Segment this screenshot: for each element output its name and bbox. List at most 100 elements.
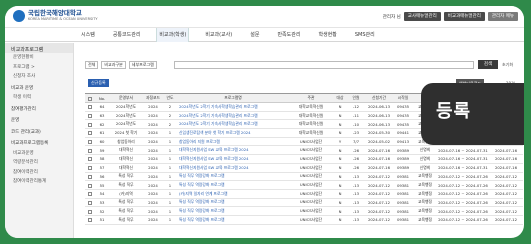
table-row[interactable]: 57 대학혁신 2024 1 대학혁신지원사업 SW 교육 프로그램 2024 UNICS… — [85, 163, 523, 173]
main-nav: 시스템 공통코드관리 비교과(학생) 비교과(교사) 설문 만족도관리 학생현황 SMS관리 — [5, 28, 524, 42]
search-button[interactable]: 검색 — [478, 60, 498, 69]
row-checkbox[interactable] — [88, 192, 92, 197]
table-cell: N — [333, 180, 347, 190]
table-cell: 09381 — [393, 215, 413, 225]
table-cell: 대학교육혁신원 — [289, 111, 333, 121]
sidebar-item[interactable]: 참여이력관리통계 — [5, 177, 73, 187]
row-checkbox[interactable] — [88, 148, 92, 153]
table-row[interactable]: 59 대학혁신 2024 1 대학혁신지원사업 SW 교육 프로그램 2024 UNICS… — [85, 145, 523, 156]
table-cell[interactable]: 대학혁신지원사업 SW 교육 프로그램 2024 — [177, 145, 289, 156]
table-cell: 특성 직무 — [109, 215, 143, 225]
row-checkbox[interactable] — [88, 131, 92, 136]
row-checkbox[interactable] — [88, 105, 92, 110]
table-cell: 2024-07-12 — [365, 206, 393, 216]
table-cell: 62 — [95, 119, 109, 130]
table-cell: 2024-05-02 — [365, 137, 393, 147]
sidebar-item[interactable]: 학생 이력 — [5, 93, 73, 103]
table-cell: 1 — [163, 145, 177, 156]
row-checkbox[interactable] — [88, 183, 92, 188]
sidebar-item[interactable]: 참여이력관리 — [5, 168, 73, 178]
util-button-3[interactable]: 관리자 메뉴 — [487, 12, 518, 21]
row-checkbox[interactable] — [88, 166, 92, 171]
sidebar-item[interactable]: 코드 관리(교과) — [5, 128, 73, 138]
row-checkbox[interactable] — [88, 140, 92, 145]
table-row[interactable]: 55 특성 직무 2024 1 특성 직무 역량강화 프로그램 UNICS사업단 N -13 2… — [85, 180, 523, 190]
table-cell: UNICS사업단 — [289, 189, 333, 199]
table-row[interactable]: 51 특성 직무 2024 1 특성 직무 역량강화 프로그램 UNICS사업단 N -13 2… — [85, 215, 523, 225]
table-cell[interactable]: 신입생진로탐색 분야 첫 학기 프로그램 2024 — [177, 128, 289, 138]
sidebar-item[interactable]: 신청자 조사 — [5, 72, 73, 82]
table-cell[interactable]: 대학혁신지원사업 SW 교육 프로그램 2024 — [177, 154, 289, 164]
table-row[interactable]: 58 대학혁신 2024 1 대학혁신지원사업 SW 교육 프로그램 2024 UNICS… — [85, 154, 523, 164]
table-cell[interactable]: 2024학년도 2학기 기숙사학생학습관리 프로그램 — [177, 102, 289, 112]
nav-item[interactable]: 비교과(교사) — [203, 28, 234, 42]
table-cell: -13 — [347, 180, 365, 190]
table-cell[interactable]: 특성 직무 역량강화 프로그램 — [177, 180, 289, 190]
table-cell[interactable]: 대학혁신지원사업 SW 교육 프로그램 2024 — [177, 163, 289, 173]
table-cell: 2024-07-12 — [489, 180, 523, 190]
nav-item[interactable]: 학생현황 — [316, 28, 338, 42]
table-cell: 2024-07-12 — [489, 189, 523, 199]
util-button-2[interactable]: 비교과매뉴얼관리 — [443, 12, 485, 21]
filter-select-3[interactable]: 세부프로그램 — [128, 61, 157, 69]
sidebar-item[interactable]: 운영 — [5, 116, 73, 126]
sidebar-item[interactable]: 비교과프로그램등록 — [5, 139, 73, 149]
row-checkbox[interactable] — [88, 200, 92, 205]
table-row[interactable]: 53 특성 직무 2024 1 특성 직무 역량강화 프로그램 UNICS사업단 N -13 2… — [85, 198, 523, 208]
filter-select-2[interactable]: 비교과구분 — [101, 61, 126, 69]
sidebar-item[interactable]: 비교과운영 — [5, 149, 73, 159]
util-button-1[interactable]: 교사매뉴얼관리 — [403, 12, 441, 21]
table-row[interactable]: 54 (카)지역 2024 1 (카)지역 일자리 연계 프로그램 UNICS사업단 N -1… — [85, 189, 523, 199]
sidebar-item[interactable]: 역량분석관리 — [5, 158, 73, 168]
sidebar-item[interactable]: 비교과 운영 — [5, 84, 73, 94]
row-checkbox[interactable] — [88, 174, 92, 179]
nav-item[interactable]: SMS관리 — [353, 28, 377, 42]
table-cell[interactable]: 2024학년도 2학기 기숙사학생학습관리 프로그램 — [177, 119, 289, 130]
nav-item[interactable]: 설문 — [248, 28, 261, 42]
nav-item[interactable]: 비교과(학생) — [156, 28, 190, 42]
university-logo[interactable]: 국립한국해양대학교 KOREA MARITIME & OCEAN UNIVERS… — [13, 10, 98, 22]
table-cell[interactable]: 2024학년도 2학기 기숙사학생학습관리 프로그램 — [177, 111, 289, 121]
row-checkbox[interactable] — [88, 157, 92, 162]
sidebar-item[interactable]: 참여평가관리 — [5, 105, 73, 115]
table-cell: 1 — [163, 189, 177, 199]
table-cell: 2024 — [143, 206, 163, 216]
table-cell: N — [333, 198, 347, 208]
row-checkbox-cell — [85, 172, 95, 182]
table-cell: N — [333, 102, 347, 112]
table-cell[interactable]: 특성 직무 역량강화 프로그램 — [177, 172, 289, 182]
search-input[interactable] — [174, 61, 474, 69]
reset-link[interactable]: 초기화 — [502, 62, 513, 68]
table-cell: UNICS사업단 — [289, 163, 333, 173]
table-cell[interactable]: 특성 직무 역량강화 프로그램 — [177, 206, 289, 216]
sidebar-item[interactable]: 운영현황비 — [5, 53, 73, 63]
table-cell[interactable]: 창업동아리 지원 프로그램 — [177, 137, 289, 147]
table-cell: 60 — [95, 137, 109, 147]
select-all-checkbox[interactable] — [88, 96, 92, 101]
table-cell: UNICS사업단 — [289, 215, 333, 225]
table-row[interactable]: 56 특성 직무 2024 1 특성 직무 역량강화 프로그램 UNICS사업단 N -13 2… — [85, 172, 523, 182]
table-cell[interactable]: 특성 직무 역량강화 프로그램 — [177, 198, 289, 208]
table-cell: 51 — [95, 215, 109, 225]
nav-item[interactable]: 시스템 — [79, 28, 97, 42]
filter-select-1[interactable]: 전체 — [85, 61, 99, 69]
row-checkbox[interactable] — [88, 122, 92, 127]
table-row[interactable]: 52 특성 직무 2024 1 특성 직무 역량강화 프로그램 UNICS사업단 N -13 2… — [85, 206, 523, 216]
row-checkbox[interactable] — [88, 114, 92, 119]
register-overlay-label: 등록 — [436, 101, 472, 122]
register-overlay-badge[interactable]: 등록 — [421, 83, 524, 145]
nav-item[interactable]: 만족도관리 — [275, 28, 302, 42]
table-cell[interactable]: (카)지역 일자리 연계 프로그램 — [177, 189, 289, 199]
table-cell: 대학혁신 — [109, 154, 143, 164]
column-header: 신청기간 — [365, 93, 393, 103]
table-cell: 2024-07-12 — [365, 215, 393, 225]
row-checkbox[interactable] — [88, 209, 92, 214]
new-register-button[interactable]: 신규등록 — [88, 79, 109, 87]
table-cell[interactable]: 특성 직무 역량강화 프로그램 — [177, 215, 289, 225]
sidebar-item[interactable]: 프로그램 > — [5, 63, 73, 73]
row-checkbox[interactable] — [88, 218, 92, 223]
nav-item[interactable]: 공통코드관리 — [111, 28, 143, 42]
table-cell: UNICS사업단 — [289, 137, 333, 147]
table-cell: 2024 — [143, 128, 163, 138]
table-cell: N — [333, 215, 347, 225]
